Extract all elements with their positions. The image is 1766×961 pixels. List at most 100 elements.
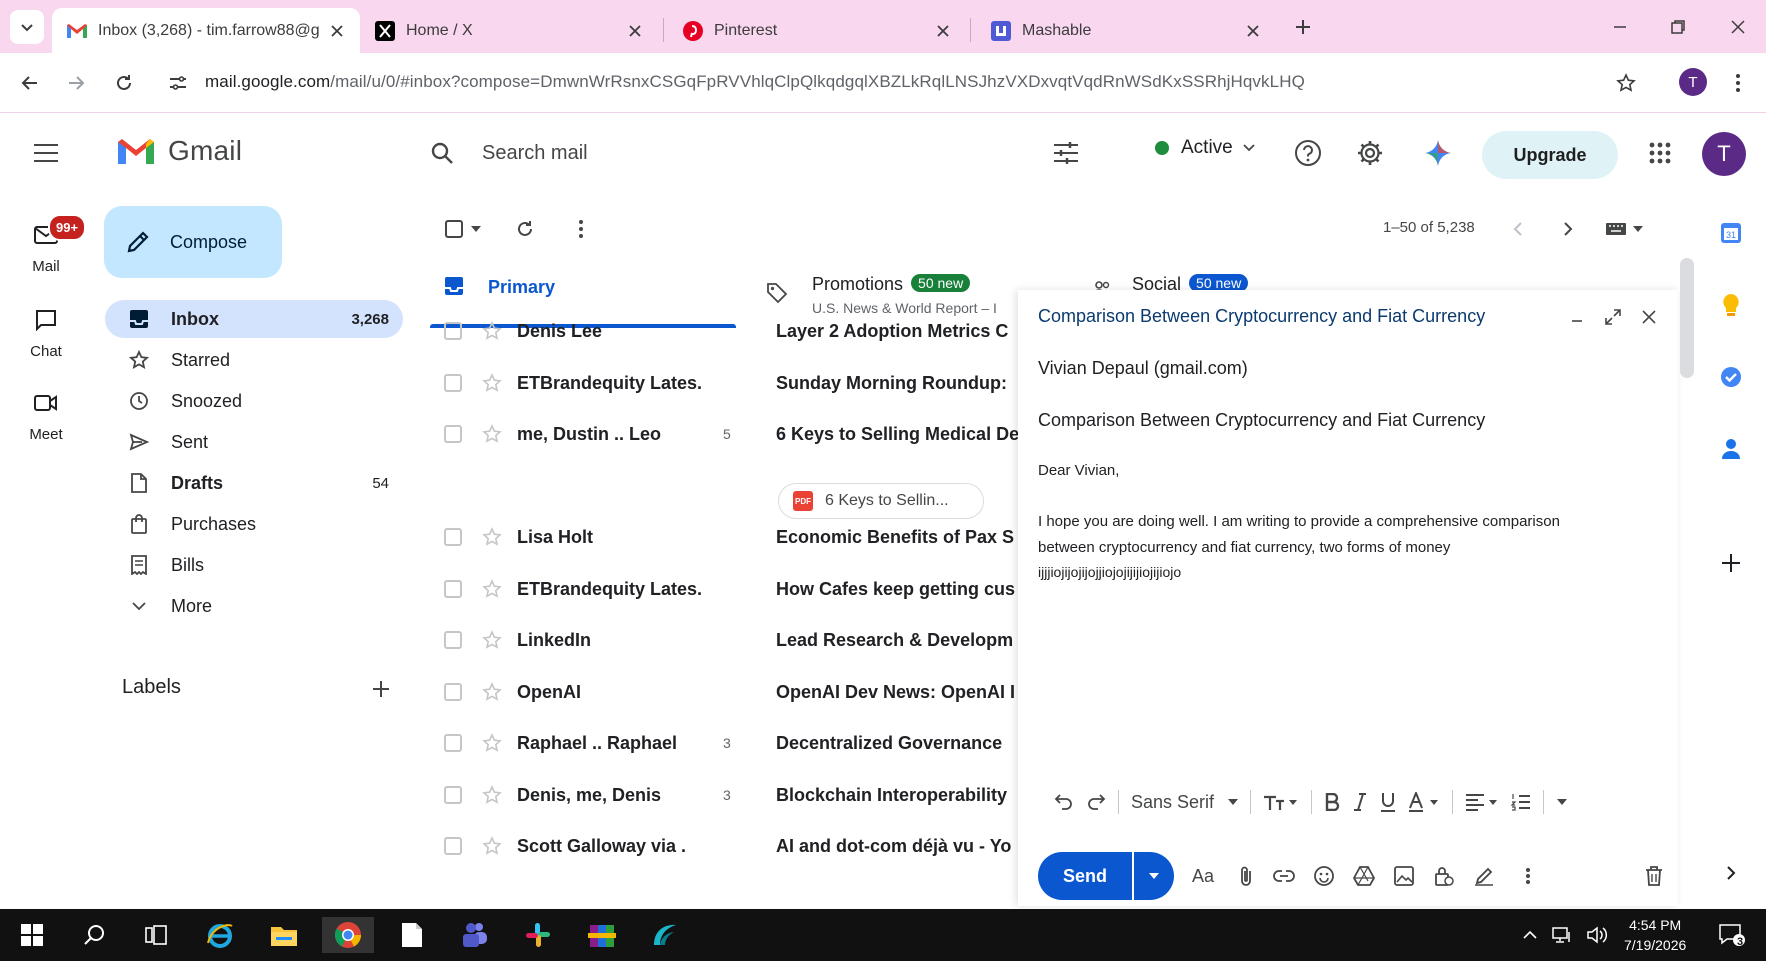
start-button[interactable]: [12, 917, 52, 953]
folder-drafts[interactable]: Drafts 54: [105, 464, 403, 502]
email-row[interactable]: me, Dustin .. Leo 5 6 Keys to Selling Medi…: [430, 409, 1020, 459]
subject-field[interactable]: Comparison Between Cryptocurrency and Fi…: [1038, 410, 1485, 431]
search-bar[interactable]: Search mail: [430, 127, 1070, 179]
row-checkbox[interactable]: [444, 734, 462, 752]
email-row[interactable]: Denis Lee Layer 2 Adoption Metrics C: [430, 306, 1020, 356]
star-icon[interactable]: [482, 424, 502, 444]
older-page-button[interactable]: [1556, 216, 1580, 242]
taskbar-edge-button[interactable]: [200, 917, 240, 953]
taskbar-clock[interactable]: 4:54 PM 7/19/2026: [1624, 915, 1686, 955]
message-body-line[interactable]: between cryptocurrency and fiat currency…: [1038, 535, 1450, 561]
star-icon[interactable]: [482, 733, 502, 753]
email-row[interactable]: Scott Galloway via . AI and dot-com déjà …: [430, 821, 1020, 871]
email-row[interactable]: Denis, me, Denis 3 Blockchain Interoperabi…: [430, 770, 1020, 820]
mail-list-scrollbar[interactable]: [1680, 258, 1694, 378]
newer-page-button[interactable]: [1506, 216, 1530, 242]
row-checkbox[interactable]: [444, 580, 462, 598]
font-family-select[interactable]: Sans Serif: [1131, 787, 1239, 817]
message-greeting[interactable]: Dear Vivian,: [1038, 458, 1119, 484]
task-view-button[interactable]: [136, 917, 176, 953]
more-actions-button[interactable]: [568, 216, 594, 242]
address-bar[interactable]: mail.google.com/mail/u/0/#inbox?compose=…: [205, 72, 1305, 92]
italic-button[interactable]: [1352, 787, 1368, 817]
search-options-button[interactable]: [1048, 135, 1084, 171]
recipient-field[interactable]: Vivian Depaul (gmail.com): [1038, 358, 1248, 379]
minimize-compose-button[interactable]: [1564, 304, 1590, 330]
star-icon[interactable]: [482, 785, 502, 805]
contacts-app-button[interactable]: [1716, 434, 1746, 464]
close-icon[interactable]: [626, 22, 644, 40]
row-checkbox[interactable]: [444, 683, 462, 701]
gmail-logo[interactable]: Gmail: [116, 135, 242, 167]
show-hidden-icons-button[interactable]: [1518, 917, 1542, 953]
minimize-button[interactable]: [1600, 10, 1640, 44]
google-apps-button[interactable]: [1642, 135, 1678, 171]
insert-link-button[interactable]: [1270, 862, 1298, 890]
folder-sent[interactable]: Sent: [105, 423, 403, 461]
browser-menu-button[interactable]: [1722, 67, 1754, 99]
close-compose-button[interactable]: [1636, 304, 1662, 330]
star-icon[interactable]: [482, 321, 502, 341]
back-button[interactable]: [14, 67, 46, 99]
fullscreen-compose-button[interactable]: [1600, 304, 1626, 330]
notification-center-button[interactable]: 3: [1712, 917, 1752, 953]
show-side-panel-button[interactable]: [1716, 858, 1746, 888]
rail-meet[interactable]: Meet: [14, 386, 78, 443]
create-label-button[interactable]: [368, 676, 394, 702]
taskbar-winrar-button[interactable]: [582, 917, 622, 953]
insert-emoji-button[interactable]: [1310, 862, 1338, 890]
send-button[interactable]: Send: [1038, 852, 1132, 900]
row-checkbox[interactable]: [444, 374, 462, 392]
get-addons-button[interactable]: [1716, 548, 1746, 578]
tab-search-button[interactable]: [10, 10, 44, 44]
redo-button[interactable]: [1086, 787, 1106, 817]
email-row[interactable]: ETBrandequity Lates. Sunday Morning Round…: [430, 358, 1020, 408]
upgrade-button[interactable]: Upgrade: [1482, 131, 1618, 179]
confidential-mode-button[interactable]: [1430, 862, 1458, 890]
row-checkbox[interactable]: [444, 322, 462, 340]
row-checkbox[interactable]: [444, 631, 462, 649]
browser-profile-avatar[interactable]: T: [1679, 68, 1707, 96]
reload-button[interactable]: [108, 67, 140, 99]
forward-button[interactable]: [60, 67, 92, 99]
email-row[interactable]: ETBrandequity Lates. How Cafes keep getti…: [430, 564, 1020, 614]
insert-signature-button[interactable]: [1470, 862, 1498, 890]
attachment-chip[interactable]: PDF 6 Keys to Sellin...: [778, 483, 984, 519]
insert-drive-button[interactable]: [1350, 862, 1378, 890]
support-button[interactable]: [1290, 135, 1326, 171]
bookmark-button[interactable]: [1610, 67, 1642, 99]
compose-button[interactable]: Compose: [104, 206, 282, 278]
font-size-button[interactable]: [1263, 787, 1299, 817]
message-body-line[interactable]: I hope you are doing well. I am writing …: [1038, 509, 1560, 535]
undo-button[interactable]: [1054, 787, 1074, 817]
star-icon[interactable]: [482, 373, 502, 393]
close-icon[interactable]: [328, 22, 346, 40]
bold-button[interactable]: [1324, 787, 1340, 817]
taskbar-file-explorer-button[interactable]: [264, 917, 304, 953]
gemini-button[interactable]: [1420, 135, 1456, 171]
close-icon[interactable]: [1244, 22, 1262, 40]
tasks-app-button[interactable]: [1716, 362, 1746, 392]
formatting-options-button[interactable]: Aa: [1188, 862, 1222, 890]
send-options-button[interactable]: [1134, 852, 1174, 900]
star-icon[interactable]: [482, 630, 502, 650]
taskbar-slack-button[interactable]: [518, 917, 558, 953]
row-checkbox[interactable]: [444, 786, 462, 804]
insert-photo-button[interactable]: [1390, 862, 1418, 890]
taskbar-app-button[interactable]: [644, 917, 684, 953]
folder-starred[interactable]: Starred: [105, 341, 403, 379]
star-icon[interactable]: [482, 682, 502, 702]
attach-file-button[interactable]: [1232, 862, 1260, 890]
rail-chat[interactable]: Chat: [14, 303, 78, 360]
row-checkbox[interactable]: [444, 425, 462, 443]
folder-more[interactable]: More: [105, 587, 403, 625]
more-formatting-button[interactable]: [1556, 787, 1568, 817]
email-row[interactable]: OpenAI OpenAI Dev News: OpenAI I: [430, 667, 1020, 717]
discard-draft-button[interactable]: [1640, 862, 1668, 890]
restore-button[interactable]: [1658, 10, 1698, 44]
taskbar-search-button[interactable]: [74, 917, 114, 953]
email-row[interactable]: LinkedIn Lead Research & Developm: [430, 615, 1020, 665]
folder-snoozed[interactable]: Snoozed: [105, 382, 403, 420]
browser-tab-x[interactable]: Home / X: [360, 8, 658, 53]
taskbar-teams-button[interactable]: [454, 917, 494, 953]
